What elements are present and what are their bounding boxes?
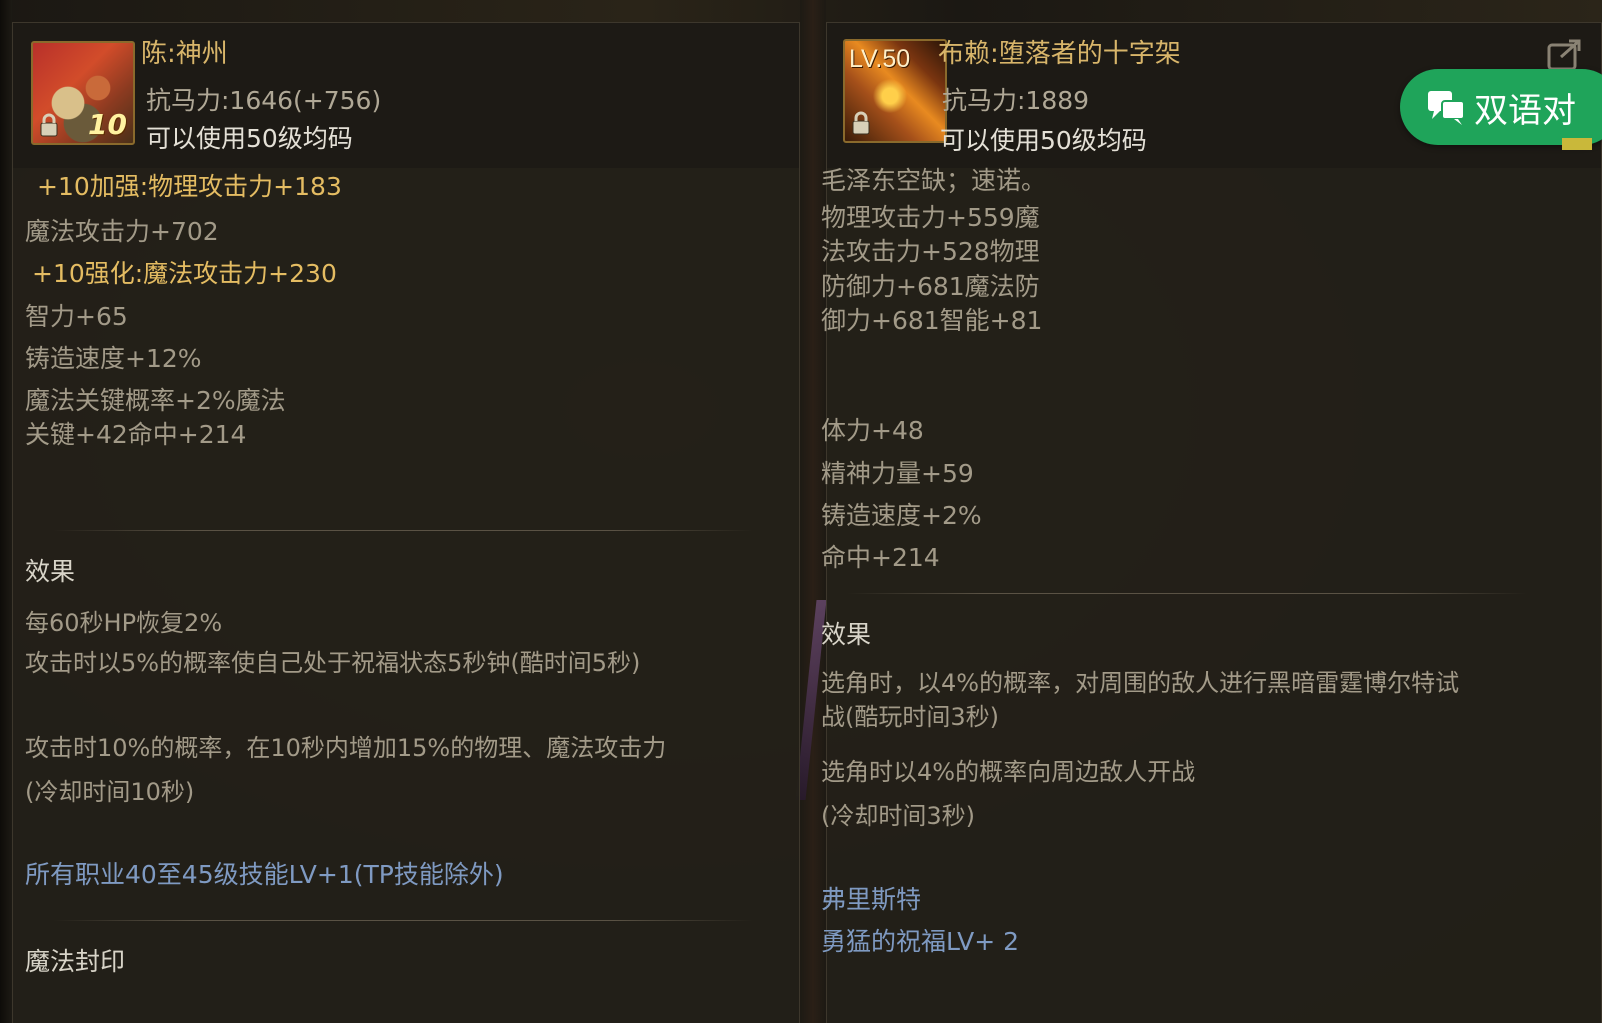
stat-line: 精神力量+59 xyxy=(821,459,974,488)
lollipop-box-icon[interactable]: 10 xyxy=(31,41,135,145)
effect-line: 战(酷玩时间3秒) xyxy=(821,703,999,731)
corner-tag xyxy=(1562,138,1592,150)
set-name: 弗里斯特 xyxy=(821,885,922,914)
item-resistance: 抗马力:1889 xyxy=(942,86,1090,115)
effect-line: 攻击时10%的概率，在10秒内增加15%的物理、魔法攻击力 xyxy=(25,734,667,762)
set-bonus: 勇猛的祝福LV+ 2 xyxy=(821,927,1020,956)
stat-line: 铸造速度+12% xyxy=(25,344,202,373)
expand-icon[interactable] xyxy=(1545,37,1585,73)
stat-line: 御力+681智能+81 xyxy=(821,306,1043,335)
stat-line: 防御力+681魔法防 xyxy=(821,272,1040,301)
item-name: 布赖:堕落者的十字架 xyxy=(938,39,1181,69)
stat-line: 毛泽东空缺；速诺。 xyxy=(821,166,1047,195)
skill-bonus: 所有职业40至45级技能LV+1(TP技能除外) xyxy=(25,860,504,889)
item-name: 陈:神州 xyxy=(141,39,228,69)
section-divider xyxy=(53,920,753,921)
left-edge-shadow xyxy=(0,0,12,1023)
lock-icon xyxy=(852,111,870,135)
bilingual-translate-button[interactable]: 双语对 xyxy=(1400,69,1602,145)
stat-line: 关键+42命中+214 xyxy=(25,420,247,449)
item-level-requirement: 可以使用50级均码 xyxy=(940,126,1147,155)
magic-seal-heading: 魔法封印 xyxy=(25,947,126,976)
effect-line: 选角时，以4%的概率，对周围的敌人进行黑暗雷霆博尔特试 xyxy=(821,669,1460,697)
item-tooltip-left: 10 陈:神州 抗马力:1646(+756) 可以使用50级均码 +10加强:物… xyxy=(12,22,800,1023)
effect-line: (冷却时间3秒) xyxy=(821,802,975,830)
stat-line: 魔法攻击力+702 xyxy=(25,217,219,246)
effect-line: (冷却时间10秒) xyxy=(25,778,195,806)
section-divider xyxy=(847,593,1527,594)
effect-line: 攻击时以5%的概率使自己处于祝福状态5秒钟(酷时间5秒) xyxy=(25,649,641,677)
effect-line: 选角时以4%的概率向周边敌人开战 xyxy=(821,758,1196,786)
item-level-badge: LV.50 xyxy=(849,45,911,73)
enhance-level-label: 10 xyxy=(88,108,127,141)
item-resistance: 抗马力:1646(+756) xyxy=(146,86,382,115)
stat-line: +10强化:魔法攻击力+230 xyxy=(32,259,337,288)
item-tooltip-right: LV.50 布赖:堕落者的十字架 抗马力:1889 可以使用50级均码 毛泽东空… xyxy=(821,22,1602,1023)
stat-line: 铸造速度+2% xyxy=(821,501,982,530)
stat-line: 魔法关键概率+2%魔法 xyxy=(25,386,286,415)
stat-line: +10加强:物理攻击力+183 xyxy=(37,172,342,201)
stat-line: 体力+48 xyxy=(821,416,924,445)
stat-line: 命中+214 xyxy=(821,543,940,572)
golden-cross-icon[interactable]: LV.50 xyxy=(843,39,947,143)
stat-line: 法攻击力+528物理 xyxy=(821,237,1040,266)
item-level-requirement: 可以使用50级均码 xyxy=(146,124,353,153)
translate-button-label: 双语对 xyxy=(1474,91,1576,131)
section-divider xyxy=(53,530,753,531)
chat-bubbles-icon xyxy=(1428,91,1465,125)
effect-line: 每60秒HP恢复2% xyxy=(25,609,223,637)
effect-heading: 效果 xyxy=(25,557,76,586)
effect-heading: 效果 xyxy=(821,620,872,649)
stat-line: 智力+65 xyxy=(25,302,128,331)
lock-icon xyxy=(40,113,58,137)
stat-line: 物理攻击力+559魔 xyxy=(821,203,1040,232)
